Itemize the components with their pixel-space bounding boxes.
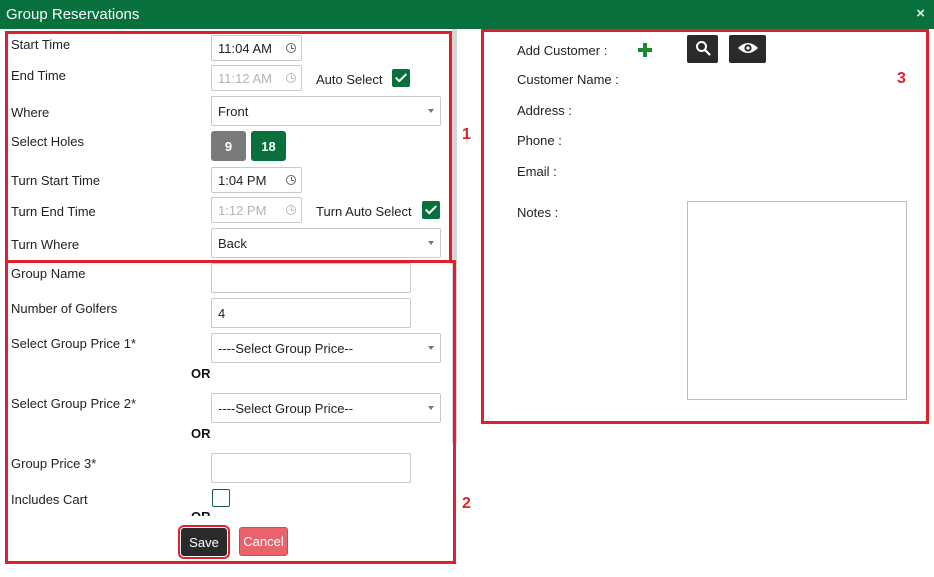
group-name-input[interactable]	[211, 263, 411, 293]
turn-auto-select-label: Turn Auto Select	[316, 204, 412, 219]
turn-start-time-value: 1:04 PM	[218, 172, 267, 188]
email-label: Email :	[517, 164, 557, 179]
customer-name-label: Customer Name :	[517, 72, 619, 87]
where-value: Front	[218, 103, 249, 119]
turn-end-time-label: Turn End Time	[11, 204, 96, 219]
notes-label: Notes :	[517, 205, 559, 220]
number-of-golfers-label: Number of Golfers	[11, 301, 118, 316]
cancel-button[interactable]: Cancel	[239, 527, 288, 556]
group-price-1-value: ----Select Group Price--	[218, 340, 354, 356]
clock-icon	[286, 43, 296, 53]
group-price-3-input[interactable]	[211, 453, 411, 483]
clipped-or-divider: OR	[191, 509, 231, 516]
close-icon[interactable]: ×	[916, 5, 925, 23]
turn-where-value: Back	[218, 235, 247, 251]
end-time-input[interactable]: 11:12 AM	[211, 65, 302, 91]
number-of-golfers-input[interactable]: 4	[211, 298, 411, 328]
plus-icon[interactable]	[636, 41, 654, 59]
includes-cart-label: Includes Cart	[11, 492, 88, 507]
start-time-value: 11:04 AM	[218, 40, 272, 56]
left-panel-scrollbar[interactable]	[452, 29, 457, 444]
address-label: Address :	[517, 103, 572, 118]
where-select[interactable]: Front	[211, 96, 441, 126]
number-of-golfers-value: 4	[218, 305, 226, 321]
group-price-2-value: ----Select Group Price--	[218, 400, 354, 416]
turn-end-time-value: 1:12 PM	[218, 202, 267, 218]
turn-auto-select-checkbox[interactable]	[422, 201, 440, 219]
group-price-3-label: Group Price 3*	[11, 456, 97, 471]
chevron-down-icon	[428, 109, 434, 113]
title-bar: Group Reservations ×	[0, 0, 934, 29]
or-divider: OR	[191, 426, 211, 441]
select-holes-label: Select Holes	[11, 134, 84, 149]
annotation-marker-3: 3	[897, 70, 906, 87]
or-divider: OR	[191, 366, 211, 381]
dialog-title: Group Reservations	[6, 6, 140, 23]
auto-select-checkbox[interactable]	[392, 69, 410, 87]
hole-18-button[interactable]: 18	[251, 131, 286, 161]
clock-icon	[286, 205, 296, 215]
search-customer-button[interactable]	[687, 35, 718, 63]
eye-icon	[737, 41, 759, 58]
notes-textarea[interactable]	[687, 201, 907, 400]
turn-where-label: Turn Where	[11, 237, 80, 252]
turn-start-time-label: Turn Start Time	[11, 173, 101, 188]
group-price-1-select[interactable]: ----Select Group Price--	[211, 333, 441, 363]
turn-where-select[interactable]: Back	[211, 228, 441, 258]
annotation-marker-1: 1	[462, 126, 471, 143]
start-time-label: Start Time	[11, 37, 71, 52]
group-price-2-select[interactable]: ----Select Group Price--	[211, 393, 441, 423]
group-price-1-label: Select Group Price 1*	[11, 336, 137, 351]
or-divider: OR	[191, 509, 211, 516]
chevron-down-icon	[428, 406, 434, 410]
chevron-down-icon	[428, 346, 434, 350]
group-name-label: Group Name	[11, 266, 86, 281]
start-time-input[interactable]: 11:04 AM	[211, 35, 302, 61]
group-price-2-label: Select Group Price 2*	[11, 396, 137, 411]
save-button[interactable]: Save	[178, 525, 230, 559]
clock-icon	[286, 73, 296, 83]
includes-cart-checkbox[interactable]	[212, 489, 230, 507]
where-label: Where	[11, 105, 50, 120]
clock-icon	[286, 175, 296, 185]
phone-label: Phone :	[517, 133, 562, 148]
end-time-label: End Time	[11, 68, 66, 83]
hole-9-button[interactable]: 9	[211, 131, 246, 161]
end-time-value: 11:12 AM	[218, 70, 272, 86]
search-icon	[695, 40, 711, 59]
annotation-marker-2: 2	[462, 495, 471, 512]
chevron-down-icon	[428, 241, 434, 245]
add-customer-label: Add Customer :	[517, 43, 608, 58]
turn-start-time-input[interactable]: 1:04 PM	[211, 167, 302, 193]
view-customer-button[interactable]	[729, 35, 766, 63]
auto-select-label: Auto Select	[316, 72, 383, 87]
turn-end-time-input[interactable]: 1:12 PM	[211, 197, 302, 223]
